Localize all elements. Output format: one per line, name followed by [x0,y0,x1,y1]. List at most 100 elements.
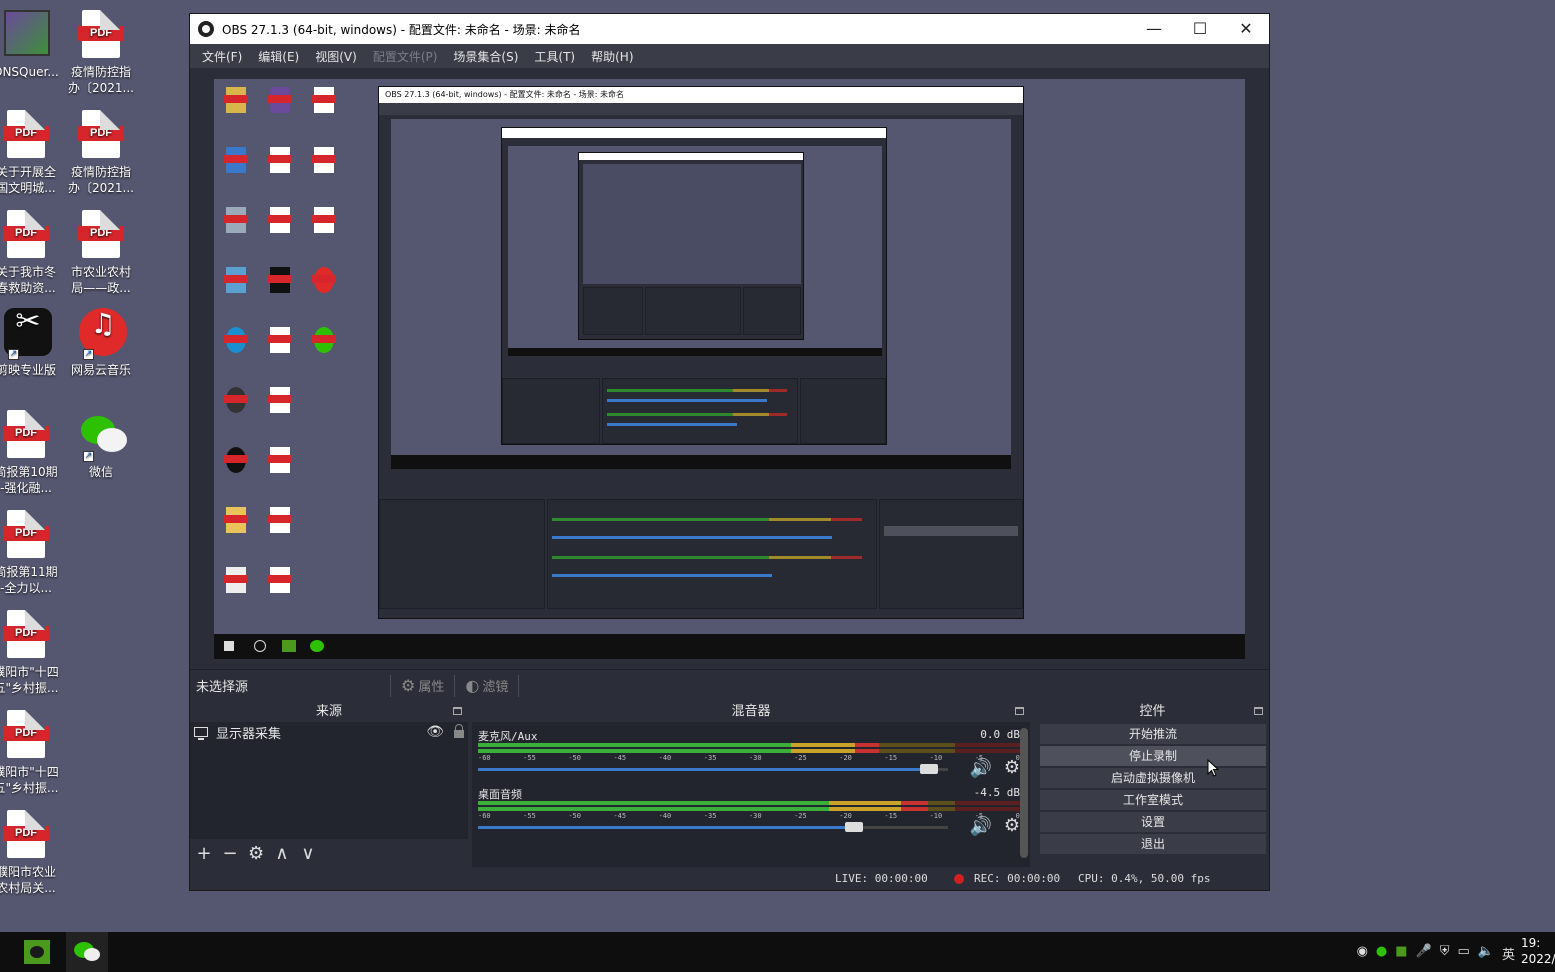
meter-ticks: -60 -55 -50 -45 -40 -35 -30 -25 -20 -15 -10 -5 0 [478,812,1020,822]
desktop-icon-label: 关于开展全 [0,165,56,179]
speaker-icon[interactable]: 🔊 [970,816,992,837]
undock-icon[interactable] [1254,707,1263,715]
desktop-icon-dnsquery[interactable]: DNSQuer... [0,10,66,80]
menu-edit[interactable]: 编辑(E) [250,48,307,65]
settings-button[interactable]: 设置 [1040,812,1266,832]
obs-tray-icon[interactable]: ◉ [1357,944,1368,963]
nested-preview [391,119,1011,469]
wechat-tray-icon[interactable]: ● [1376,944,1387,963]
remove-source-button[interactable]: − [222,843,238,864]
menu-scene-collection[interactable]: 场景集合(S) [445,48,526,65]
source-properties-button[interactable]: ⚙ [248,843,264,864]
meter-tick-label: -50 [568,754,581,762]
security-icon[interactable]: ⛨ [1440,944,1450,963]
studio-mode-button[interactable]: 工作室模式 [1040,790,1266,810]
inner-pdf-icon [268,327,292,353]
volume-slider[interactable] [478,822,948,832]
meter-tick-label: -35 [703,812,717,820]
preview-canvas[interactable]: OBS 27.1.3 (64-bit, windows) - 配置文件: 未命名… [214,79,1245,659]
stop-recording-button[interactable]: 停止录制 [1040,746,1266,766]
desktop-icon-label: 疫情防控指 [70,65,131,79]
desktop-icon-pdf[interactable]: PDF 疫情防控指 办〔2021... [61,10,141,96]
desktop-icon-label: DNSQuer... [0,65,59,79]
mixer-dock: 混音器 麦克风/Aux 0.0 dB -60 -55 -50 -45 -40 -35 -30… [472,702,1030,867]
desktop-icon-pdf[interactable]: PDF 濮阳市农业 农村局关... [0,810,66,896]
desktop-icon-label: 农村局关... [0,881,56,895]
desktop-icon-pdf[interactable]: PDF 简报第10期 -强化融... [0,410,66,496]
volume-icon[interactable]: 🔈 [1478,944,1494,963]
meter-tick-label: -20 [839,812,852,820]
gear-icon: ⚙ [401,676,416,695]
window-titlebar[interactable]: OBS 27.1.3 (64-bit, windows) - 配置文件: 未命名… [190,14,1269,44]
desktop-icon-pdf[interactable]: PDF 关于我市冬 春救助资... [0,210,66,296]
taskbar-clock[interactable]: 19: 2022/ [1521,935,1555,967]
inner-recycle-icon [224,207,248,233]
menu-tools[interactable]: 工具(T) [526,48,583,65]
wechat-taskbar-icon[interactable] [74,940,102,964]
eye-icon[interactable]: 👁 [426,724,444,740]
shortcut-arrow-icon: ↗ [83,349,94,360]
pdf-file-icon: PDF [78,110,124,158]
mixer-scrollbar[interactable] [1020,728,1028,858]
mixer-channel-desktop: 桌面音频 -4.5 dB -60 -55 -50 -45 -40 -35 -30 -25 -20… [472,780,1030,838]
undock-icon[interactable] [453,707,462,715]
desktop-icon-label: -强化融... [0,481,52,495]
desktop-icon-wechat[interactable]: ↗ 微信 [61,410,141,480]
desktop-icon-pdf[interactable]: PDF 关于开展全 国文明城... [0,110,66,196]
filters-button: ◐ 滤镜 [465,676,509,695]
exit-button[interactable]: 退出 [1040,834,1266,854]
cpu-status: CPU: 0.4%, 50.00 fps [1078,872,1211,885]
desktop-icon-label: 剪映专业版 [0,363,56,377]
move-down-button[interactable]: ∨ [300,843,316,864]
network-icon[interactable]: ▭ [1458,944,1470,963]
menu-help[interactable]: 帮助(H) [583,48,641,65]
gear-icon[interactable]: ⚙ [1004,757,1020,778]
inner-pdf-icon [312,87,336,113]
start-virtual-camera-button[interactable]: 启动虚拟摄像机 [1040,768,1266,788]
desktop-icon-label: 五"乡村振... [0,681,59,695]
undock-icon[interactable] [1015,707,1024,715]
nested-menubar [379,103,1023,115]
add-source-button[interactable]: + [196,843,212,864]
mixer-channel-mic: 麦克风/Aux 0.0 dB -60 -55 -50 -45 -40 -35 -30 -25 -… [472,722,1030,780]
menu-file[interactable]: 文件(F) [194,48,250,65]
mic-icon[interactable]: 🎤 [1416,944,1432,963]
channel-db: 0.0 dB [980,728,1020,741]
controls-body: 开始推流 停止录制 启动虚拟摄像机 工作室模式 设置 退出 [1036,722,1269,867]
speaker-icon[interactable]: 🔊 [970,758,992,779]
desktop-icon-label: 办〔2021... [68,81,134,95]
sources-list[interactable]: 显示器采集 👁 + − ⚙ ∧ ∨ [190,722,468,867]
desktop-icon-pdf[interactable]: PDF 濮阳市"十四 五"乡村振... [0,710,66,796]
menu-view[interactable]: 视图(V) [307,48,365,65]
live-status: LIVE: 00:00:00 [835,872,928,885]
start-streaming-button[interactable]: 开始推流 [1040,724,1266,744]
pdf-file-icon: PDF [3,510,49,558]
gear-icon[interactable]: ⚙ [1004,815,1020,836]
nvidia-taskbar-icon[interactable] [24,940,50,964]
desktop-icon-pdf[interactable]: PDF 市农业农村 局——政... [61,210,141,296]
desktop-icon-label: 关于我市冬 [0,265,56,279]
properties-button: ⚙ 属性 [401,676,445,695]
source-item[interactable]: 显示器采集 👁 [190,722,468,742]
mixer-body: 麦克风/Aux 0.0 dB -60 -55 -50 -45 -40 -35 -30 -25 -… [472,722,1030,867]
ime-indicator[interactable]: 英 [1502,944,1515,963]
minimize-button[interactable]: — [1131,14,1177,44]
move-up-button[interactable]: ∧ [274,843,290,864]
taskbar: ◉ ● ■ 🎤 ⛨ ▭ 🔈 英 19: 2022/ [0,932,1555,972]
inner-wechat-icon [312,327,336,353]
desktop-icon-netease-music[interactable]: ↗ 网易云音乐 [61,308,141,378]
preview-area[interactable]: OBS 27.1.3 (64-bit, windows) - 配置文件: 未命名… [190,69,1269,669]
meter-tick-label: -55 [523,812,536,820]
monitor-icon [194,727,208,740]
lock-icon[interactable] [454,724,464,738]
desktop-icon-pdf[interactable]: PDF 简报第11期 -全力以... [0,510,66,596]
desktop-icon-capcut[interactable]: ↗ 剪映专业版 [0,308,66,378]
inner-folder-icon [224,87,248,113]
volume-slider[interactable] [478,764,948,774]
desktop-icon-pdf[interactable]: PDF 濮阳市"十四 五"乡村振... [0,610,66,696]
nvidia-tray-icon[interactable]: ■ [1395,944,1407,963]
maximize-button[interactable]: ☐ [1177,14,1223,44]
inner-folder-icon [224,507,248,533]
close-button[interactable]: ✕ [1223,14,1269,44]
desktop-icon-pdf[interactable]: PDF 疫情防控指 办〔2021... [61,110,141,196]
